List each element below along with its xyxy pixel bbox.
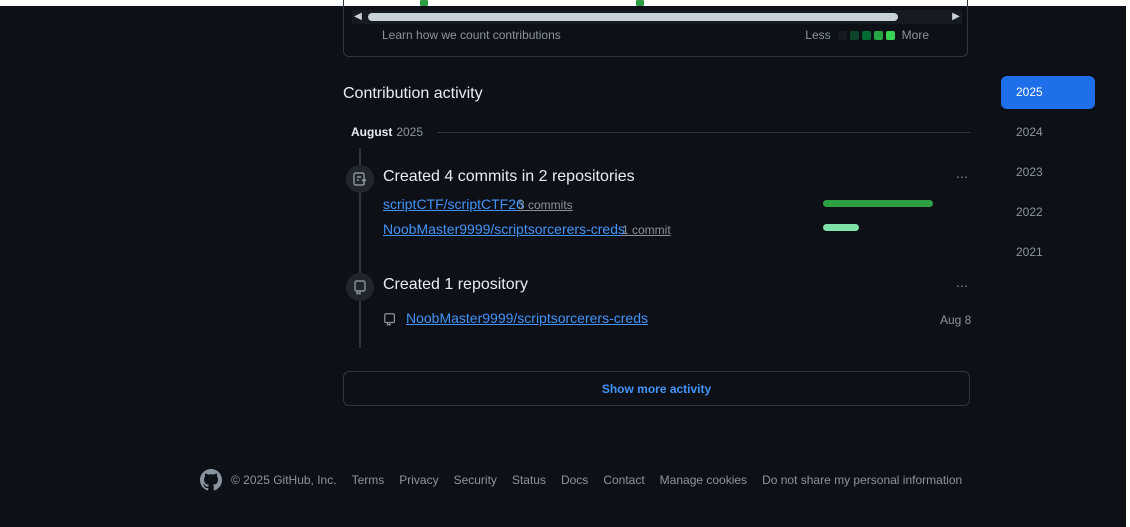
year-2021-link[interactable]: 2021	[1001, 236, 1095, 269]
commits-summary-title: Created 4 commits in 2 repositories	[383, 168, 635, 185]
year-nav: 2025 2024 2023 2022 2021	[1001, 76, 1095, 276]
footer-link-docs[interactable]: Docs	[561, 473, 588, 487]
contribution-activity-heading: Contribution activity	[343, 85, 483, 102]
footer-link-security[interactable]: Security	[454, 473, 497, 487]
year-2022-link[interactable]: 2022	[1001, 196, 1095, 229]
legend-more-label: More	[901, 28, 929, 42]
legend-level-2	[861, 30, 871, 40]
scroll-left-icon[interactable]: ◀	[352, 10, 364, 24]
learn-contributions-link[interactable]: Learn how we count contributions	[382, 28, 561, 42]
scroll-right-icon[interactable]: ▶	[950, 10, 962, 24]
contribution-graph-box: ◀ ▶ Learn how we count contributions Les…	[343, 0, 968, 57]
graph-cell	[420, 0, 428, 6]
repo-created-date: Aug 8	[940, 313, 972, 327]
month-label: August	[351, 125, 393, 139]
month-header: August 2025	[351, 125, 970, 139]
footer-link-privacy[interactable]: Privacy	[399, 473, 438, 487]
show-more-activity-button[interactable]: Show more activity	[343, 371, 970, 406]
repo-icon	[346, 273, 374, 301]
collapse-icon[interactable]: ⋯	[955, 170, 969, 184]
repo-link-scriptctf[interactable]: scriptCTF/scriptCTF26	[383, 196, 524, 212]
year-2023-link[interactable]: 2023	[1001, 156, 1095, 189]
contribution-legend: Less More	[805, 28, 929, 42]
graph-scrollbar[interactable]: ◀ ▶	[352, 10, 962, 24]
copyright: © 2025 GitHub, Inc.	[231, 473, 337, 487]
small-repo-icon	[383, 311, 397, 332]
legend-level-4	[885, 30, 895, 40]
footer-link-manage-cookies[interactable]: Manage cookies	[660, 473, 747, 487]
footer-link-contact[interactable]: Contact	[603, 473, 644, 487]
commit-icon	[346, 165, 374, 193]
legend-level-0	[837, 30, 847, 40]
repo-created-title: Created 1 repository	[383, 276, 528, 293]
month-divider	[437, 131, 970, 133]
legend-level-1	[849, 30, 859, 40]
scrollbar-thumb[interactable]	[368, 13, 898, 21]
commit-count-link[interactable]: 3 commits	[518, 198, 573, 212]
graph-cell	[636, 0, 644, 6]
legend-level-3	[873, 30, 883, 40]
github-logo-icon[interactable]	[200, 469, 222, 491]
repo-link-creds[interactable]: NoobMaster9999/scriptsorcerers-creds	[383, 221, 625, 237]
repo-link-created[interactable]: NoobMaster9999/scriptsorcerers-creds	[406, 310, 648, 326]
legend-less-label: Less	[805, 28, 831, 42]
commit-count-link[interactable]: 1 commit	[622, 223, 671, 237]
month-year-label: 2025	[396, 125, 424, 139]
window-right-edge	[1126, 0, 1130, 527]
year-2025-link[interactable]: 2025	[1001, 76, 1095, 109]
commit-bar-creds	[823, 224, 859, 231]
footer: © 2025 GitHub, Inc. Terms Privacy Securi…	[200, 469, 977, 491]
collapse-icon[interactable]: ⋯	[955, 279, 969, 293]
year-2024-link[interactable]: 2024	[1001, 116, 1095, 149]
footer-link-status[interactable]: Status	[512, 473, 546, 487]
footer-link-do-not-share[interactable]: Do not share my personal information	[762, 473, 962, 487]
commit-bar-scriptctf	[823, 200, 933, 207]
footer-link-terms[interactable]: Terms	[352, 473, 385, 487]
